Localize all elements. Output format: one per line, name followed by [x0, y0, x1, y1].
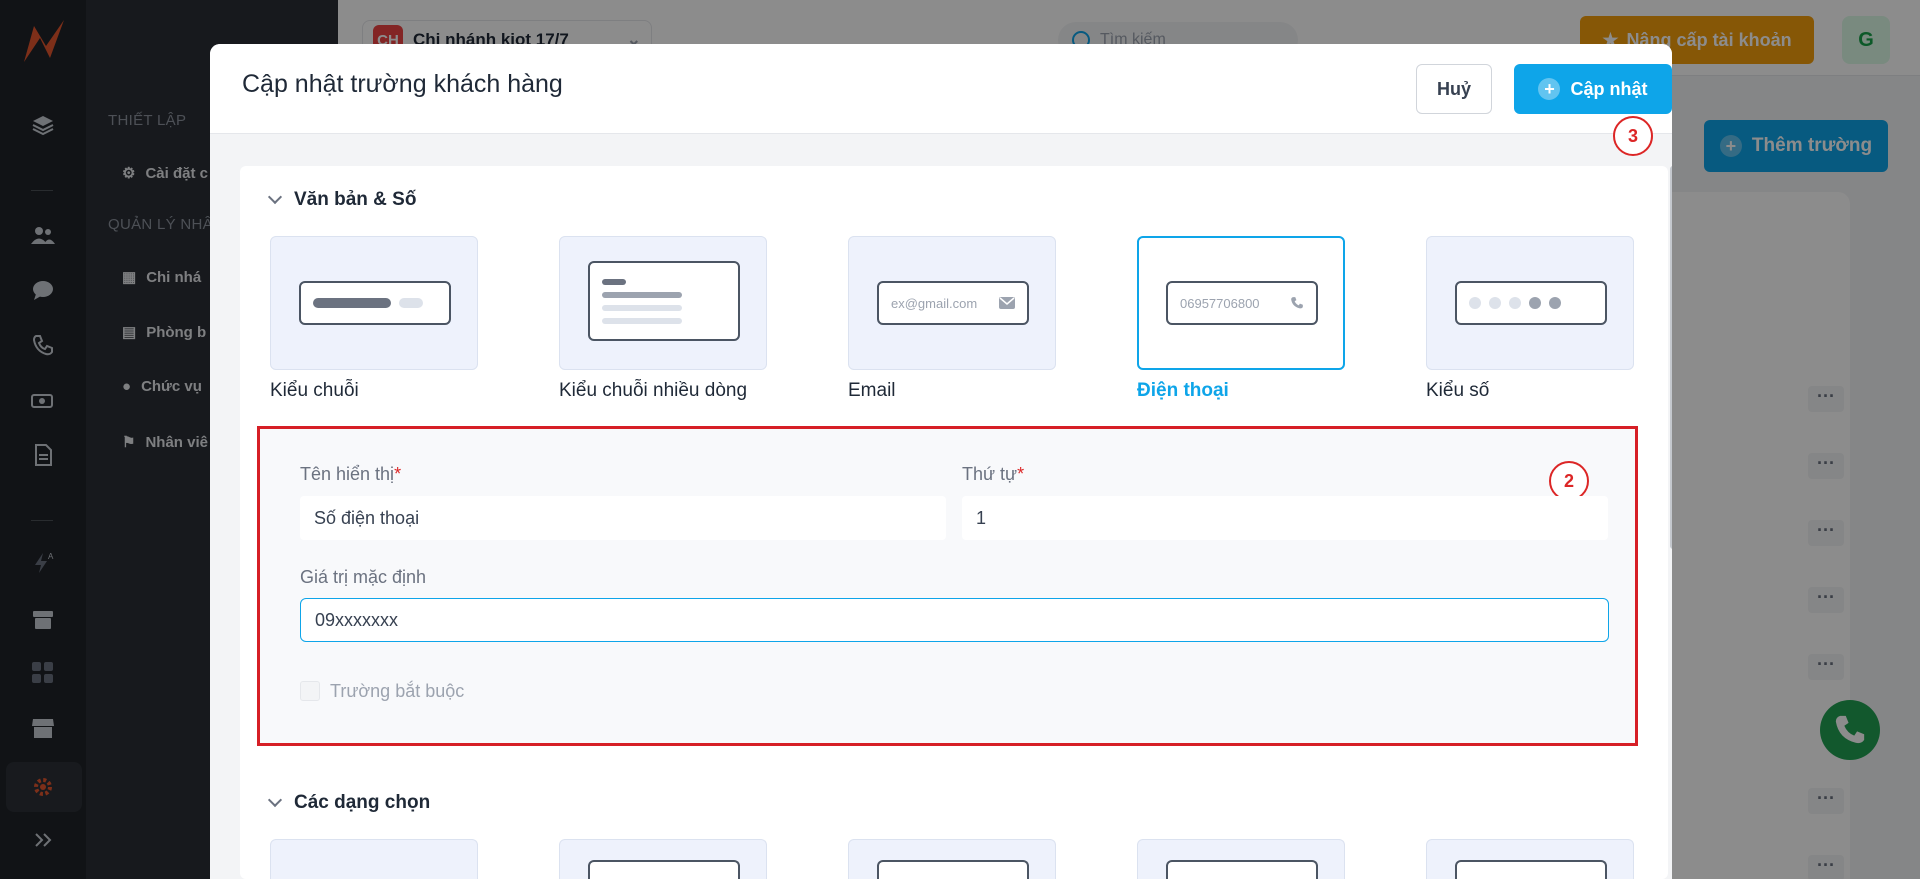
step-marker-3: 3 — [1613, 116, 1653, 156]
display-name-input[interactable]: Số điện thoại — [300, 496, 946, 540]
field-type-card — [270, 236, 478, 370]
default-value-label: Giá trị mặc định — [300, 567, 427, 587]
field-type-options: Kiểu chuỗi Kiểu chuỗi nhiều dòng ex@gmai… — [270, 236, 1650, 406]
chevron-down-icon — [267, 189, 283, 205]
choice-type-option[interactable] — [270, 839, 560, 879]
field-type-phone[interactable]: 06957706800 Điện thoại — [1137, 236, 1427, 402]
field-type-label: Kiểu chuỗi — [270, 380, 359, 401]
field-type-string[interactable]: Kiểu chuỗi — [270, 236, 560, 402]
group-title-text-number: Văn bản & Số — [294, 189, 417, 210]
required-checkbox[interactable] — [300, 681, 320, 701]
field-type-multiline[interactable]: Kiểu chuỗi nhiều dòng — [559, 236, 849, 402]
field-type-label: Kiểu chuỗi nhiều dòng — [559, 380, 748, 401]
step-marker-2: 2 — [1549, 461, 1589, 501]
choice-type-option[interactable] — [559, 839, 849, 879]
choice-type-option[interactable] — [1137, 839, 1427, 879]
number-preview — [1455, 281, 1607, 325]
phone-icon — [1291, 297, 1303, 309]
chevron-down-icon — [267, 792, 283, 808]
modal-header: Cập nhật trường khách hàng Huỷ + Cập nhậ… — [210, 44, 1672, 134]
field-type-number[interactable]: Kiểu số — [1426, 236, 1716, 402]
required-mark: * — [1017, 464, 1025, 484]
order-label: Thứ tự* — [962, 464, 1024, 485]
choice-type-option[interactable] — [1426, 839, 1716, 879]
field-type-card-selected: 06957706800 — [1137, 236, 1345, 370]
display-name-label-text: Tên hiển thị — [300, 464, 395, 484]
multiline-preview — [588, 261, 740, 341]
mail-icon — [999, 297, 1015, 309]
field-type-card — [559, 236, 767, 370]
field-type-card — [1426, 236, 1634, 370]
plus-circle-icon: + — [1538, 78, 1561, 100]
required-checkbox-label: Trường bắt buộc — [330, 681, 465, 701]
update-button-label: Cập nhật — [1570, 78, 1648, 99]
choice-type-options — [270, 839, 1650, 879]
field-type-label: Kiểu số — [1426, 380, 1490, 401]
phone-sample: 06957706800 — [1180, 295, 1260, 311]
email-sample: ex@gmail.com — [891, 295, 978, 311]
field-type-email[interactable]: ex@gmail.com Email — [848, 236, 1138, 402]
field-type-label: Email — [848, 380, 896, 401]
phone-preview: 06957706800 — [1166, 281, 1318, 325]
required-mark: * — [394, 464, 402, 484]
order-label-text: Thứ tự — [962, 464, 1018, 484]
modal-title: Cập nhật trường khách hàng — [242, 70, 563, 98]
update-button[interactable]: + Cập nhật — [1514, 64, 1672, 114]
choice-type-option[interactable] — [848, 839, 1138, 879]
order-input[interactable]: 1 — [962, 496, 1608, 540]
group-title-choices: Các dạng chọn — [294, 792, 431, 813]
cancel-button[interactable]: Huỷ — [1416, 64, 1492, 114]
string-preview — [299, 281, 451, 325]
group-header-text-number[interactable]: Văn bản & Số — [267, 189, 417, 211]
email-preview: ex@gmail.com — [877, 281, 1029, 325]
group-header-choices[interactable]: Các dạng chọn — [267, 792, 431, 814]
default-value-input[interactable]: 09xxxxxxx — [300, 598, 1609, 642]
field-type-label-selected: Điện thoại — [1137, 380, 1229, 401]
field-type-card: ex@gmail.com — [848, 236, 1056, 370]
display-name-label: Tên hiển thị* — [300, 464, 401, 485]
